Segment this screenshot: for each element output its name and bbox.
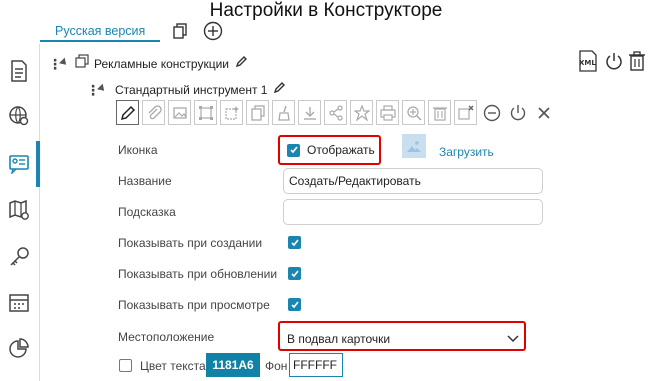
map-settings-icon[interactable] bbox=[6, 197, 32, 223]
star-icon[interactable] bbox=[350, 100, 373, 125]
show-on-update-checkbox[interactable] bbox=[288, 267, 301, 280]
tab-russian-version[interactable]: Русская версия bbox=[40, 20, 161, 42]
magic-select-icon[interactable] bbox=[220, 100, 243, 125]
pencil-icon[interactable] bbox=[273, 81, 286, 99]
drag-handle-icon[interactable]: ⋮ bbox=[86, 83, 100, 97]
document-icon[interactable] bbox=[6, 58, 32, 84]
image-area-icon[interactable] bbox=[168, 100, 191, 125]
share-icon[interactable] bbox=[324, 100, 347, 125]
text-color-input[interactable]: 1181A6 bbox=[206, 353, 260, 377]
active-indicator bbox=[36, 141, 40, 187]
background-color-input[interactable]: FFFFFF bbox=[289, 353, 343, 377]
minus-circle-icon[interactable] bbox=[480, 100, 503, 125]
icon-label: Иконка bbox=[118, 143, 158, 157]
trash-icon[interactable] bbox=[428, 100, 451, 125]
zoom-in-icon[interactable] bbox=[402, 100, 425, 125]
location-select-value: В подвал карточки bbox=[287, 332, 391, 346]
tree-node-label[interactable]: Стандартный инструмент 1 bbox=[115, 83, 267, 97]
tree-node-ad-structures: ⋮ Рекламные конструкции bbox=[48, 54, 248, 73]
drag-handle-icon[interactable]: ⋮ bbox=[48, 57, 62, 71]
show-on-create-label: Показывать при создании bbox=[118, 236, 263, 250]
print-icon[interactable] bbox=[376, 100, 399, 125]
header-actions: XML bbox=[576, 50, 646, 77]
tool-toolbar bbox=[116, 100, 558, 125]
add-circle-icon[interactable] bbox=[202, 20, 224, 42]
location-select[interactable]: В подвал карточки bbox=[287, 330, 519, 348]
name-label: Название bbox=[118, 174, 172, 188]
svg-text:XML: XML bbox=[579, 59, 596, 67]
key-icon[interactable] bbox=[6, 244, 32, 270]
display-checkbox-row[interactable]: Отображать bbox=[287, 143, 375, 157]
globe-settings-icon[interactable] bbox=[6, 103, 32, 129]
text-color-checkbox[interactable] bbox=[119, 359, 132, 372]
download-icon[interactable] bbox=[298, 100, 321, 125]
show-on-create-checkbox[interactable] bbox=[288, 236, 301, 249]
tree-node-label[interactable]: Рекламные конструкции bbox=[94, 57, 229, 71]
text-color-label: Цвет текста bbox=[140, 359, 206, 373]
chevron-down-icon bbox=[507, 330, 519, 348]
pencil-icon[interactable] bbox=[235, 55, 248, 73]
pie-chart-icon[interactable] bbox=[6, 336, 32, 362]
card-list-icon[interactable] bbox=[6, 151, 32, 177]
tree-node-standard-tool: ⋮ Стандартный инструмент 1 bbox=[86, 81, 286, 99]
show-on-update-label: Показывать при обновлении bbox=[118, 267, 278, 281]
copy-icon[interactable] bbox=[170, 20, 192, 42]
pencil-icon[interactable] bbox=[116, 100, 139, 125]
calendar-grid-icon[interactable] bbox=[6, 290, 32, 316]
image-remove-icon[interactable] bbox=[454, 100, 477, 125]
upload-link[interactable]: Загрузить bbox=[439, 145, 494, 159]
show-on-view-label: Показывать при просмотре bbox=[118, 298, 270, 312]
paperclip-icon[interactable] bbox=[142, 100, 165, 125]
tab-bar: Русская версия bbox=[40, 20, 224, 42]
display-checkbox[interactable] bbox=[287, 143, 300, 157]
page-title: Настройки в Конструкторе bbox=[209, 0, 443, 21]
trash-icon[interactable] bbox=[628, 51, 646, 76]
broom-icon[interactable] bbox=[272, 100, 295, 125]
show-on-view-checkbox[interactable] bbox=[288, 298, 301, 311]
left-sidebar bbox=[0, 44, 40, 381]
power-icon[interactable] bbox=[604, 51, 624, 76]
power-icon[interactable] bbox=[506, 100, 529, 125]
layers-icon bbox=[75, 54, 89, 73]
name-input[interactable]: Создать/Редактировать bbox=[283, 168, 543, 194]
location-label: Местоположение bbox=[118, 330, 215, 344]
select-area-icon[interactable] bbox=[194, 100, 217, 125]
xml-icon[interactable]: XML bbox=[576, 50, 600, 77]
image-placeholder-icon[interactable] bbox=[402, 134, 426, 158]
background-label: Фон bbox=[265, 359, 288, 373]
display-label: Отображать bbox=[307, 143, 375, 157]
hint-input[interactable] bbox=[283, 199, 543, 225]
hint-label: Подсказка bbox=[118, 205, 176, 219]
close-icon[interactable] bbox=[532, 100, 555, 125]
copy-icon[interactable] bbox=[246, 100, 269, 125]
